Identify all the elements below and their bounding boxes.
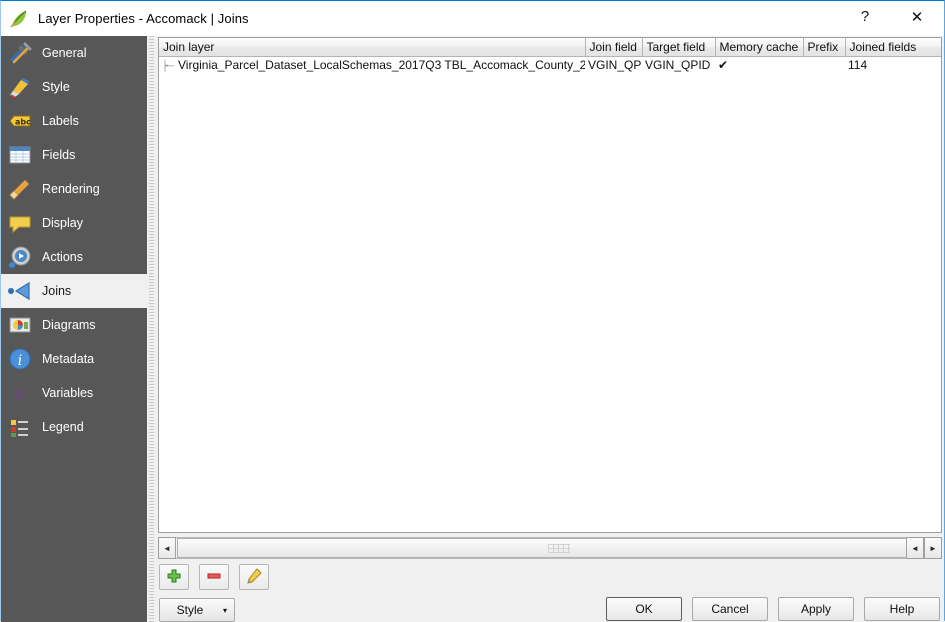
column-header-joined-fields[interactable]: Joined fields bbox=[845, 38, 941, 57]
cell-join-field[interactable]: VGIN_QPID bbox=[585, 57, 642, 74]
sidebar-item-label: Actions bbox=[42, 250, 83, 264]
remove-join-button[interactable] bbox=[199, 564, 229, 590]
apply-button[interactable]: Apply bbox=[778, 597, 854, 621]
sidebar-item-metadata[interactable]: i Metadata bbox=[1, 342, 147, 376]
info-circle-icon: i bbox=[7, 346, 33, 372]
scrollbar-grip-dots bbox=[548, 543, 570, 553]
sidebar-item-label: Fields bbox=[42, 148, 76, 162]
pencil-yellow-icon bbox=[246, 567, 262, 587]
table-grid-icon bbox=[7, 142, 33, 168]
sidebar-item-general[interactable]: General bbox=[1, 36, 147, 70]
table-header-row: Join layer Join field Target field Memor… bbox=[159, 38, 941, 57]
sidebar-item-actions[interactable]: Actions bbox=[1, 240, 147, 274]
sidebar-item-joins[interactable]: Joins bbox=[1, 274, 147, 308]
layer-properties-dialog: Layer Properties - Accomack | Joins ? ✕ … bbox=[0, 0, 945, 622]
sidebar-item-label: Variables bbox=[42, 386, 94, 400]
table-row[interactable]: ┝─ Virginia_Parcel_Dataset_LocalSchemas_2… bbox=[159, 57, 941, 74]
add-join-button[interactable] bbox=[159, 564, 189, 590]
sidebar-item-rendering[interactable]: Rendering bbox=[1, 172, 147, 206]
column-header-memory-cache[interactable]: Memory cache bbox=[715, 38, 804, 57]
sidebar-item-label: Labels bbox=[42, 114, 79, 128]
cell-joined-fields[interactable]: 114 bbox=[845, 57, 941, 74]
joins-table-container: Join layer Join field Target field Memor… bbox=[158, 37, 942, 533]
cell-join-layer-text: Virginia_Parcel_Dataset_LocalSchemas_201… bbox=[178, 58, 585, 73]
scrollbar-step-buttons[interactable]: ◄ ► bbox=[906, 537, 944, 559]
splitter-grip bbox=[149, 36, 154, 622]
column-header-join-field[interactable]: Join field bbox=[585, 38, 643, 57]
titlebar-help-button[interactable]: ? bbox=[842, 1, 888, 32]
joins-toolbar bbox=[159, 564, 269, 590]
sidebar-item-label: Metadata bbox=[42, 352, 95, 366]
scrollbar-track[interactable] bbox=[176, 537, 942, 559]
close-icon[interactable]: ✕ bbox=[894, 1, 940, 32]
cell-target-field[interactable]: VGIN_QPID bbox=[642, 57, 715, 74]
cancel-button[interactable]: Cancel bbox=[692, 597, 768, 621]
hammer-screwdriver-icon bbox=[7, 40, 33, 66]
scrollbar-thumb[interactable] bbox=[177, 538, 941, 558]
sidebar-item-label: Legend bbox=[42, 420, 84, 434]
epsilon-icon: ε bbox=[7, 380, 33, 406]
abc-label-icon: abc bbox=[7, 108, 33, 134]
sidebar-item-label: Style bbox=[42, 80, 70, 94]
svg-text:ε: ε bbox=[15, 384, 24, 405]
svg-text:abc: abc bbox=[15, 118, 31, 127]
gear-play-icon bbox=[7, 244, 33, 270]
joins-panel: Join layer Join field Target field Memor… bbox=[156, 36, 944, 622]
paintbrush-palette-icon bbox=[7, 74, 33, 100]
cell-prefix[interactable] bbox=[803, 57, 845, 74]
scroll-page-right-button[interactable]: ► bbox=[924, 537, 942, 559]
minus-red-icon bbox=[206, 568, 222, 587]
ok-button[interactable]: OK bbox=[606, 597, 682, 621]
joins-table: Join layer Join field Target field Memor… bbox=[159, 38, 941, 74]
plus-green-icon bbox=[166, 568, 182, 587]
edit-join-button[interactable] bbox=[239, 564, 269, 590]
svg-text:i: i bbox=[18, 353, 22, 369]
sidebar-item-variables[interactable]: ε Variables bbox=[1, 376, 147, 410]
column-header-target-field[interactable]: Target field bbox=[642, 38, 716, 57]
sidebar-item-label: Diagrams bbox=[42, 318, 96, 332]
broom-icon bbox=[7, 176, 33, 202]
column-header-join-layer[interactable]: Join layer bbox=[159, 38, 586, 57]
qgis-leaf-icon bbox=[8, 8, 30, 30]
sidebar-item-labels[interactable]: abc Labels bbox=[1, 104, 147, 138]
pie-chart-image-icon bbox=[7, 312, 33, 338]
panel-splitter[interactable] bbox=[147, 36, 156, 622]
sidebar-item-label: Display bbox=[42, 216, 83, 230]
sidebar-item-label: General bbox=[42, 46, 87, 60]
cell-join-layer[interactable]: ┝─ Virginia_Parcel_Dataset_LocalSchemas_2… bbox=[159, 57, 585, 74]
sidebar-item-diagrams[interactable]: Diagrams bbox=[1, 308, 147, 342]
cell-memory-cache[interactable]: ✔ bbox=[715, 57, 803, 74]
sidebar-item-fields[interactable]: Fields bbox=[1, 138, 147, 172]
scroll-left-button[interactable]: ◄ bbox=[158, 537, 176, 559]
sidebar-item-legend[interactable]: Legend bbox=[1, 410, 147, 444]
tree-branch-icon: ┝─ bbox=[162, 60, 174, 72]
legend-list-icon bbox=[7, 414, 33, 440]
style-menu-button[interactable]: Style ▾ bbox=[159, 598, 235, 622]
sidebar-item-display[interactable]: Display bbox=[1, 206, 147, 240]
sidebar-item-style[interactable]: Style bbox=[1, 70, 147, 104]
sidebar-item-label: Rendering bbox=[42, 182, 100, 196]
style-menu-label: Style bbox=[176, 603, 204, 617]
dialog-button-box: OK Cancel Apply Help bbox=[606, 597, 940, 621]
column-header-prefix[interactable]: Prefix bbox=[803, 38, 846, 57]
speech-bubble-icon bbox=[7, 210, 33, 236]
chevron-down-icon: ▾ bbox=[222, 605, 227, 615]
join-arrow-icon bbox=[7, 278, 33, 304]
horizontal-scrollbar[interactable]: ◄ bbox=[158, 537, 942, 559]
title-bar: Layer Properties - Accomack | Joins ? ✕ bbox=[1, 1, 944, 36]
properties-sidebar: General Style abc Labels Fields Renderin… bbox=[1, 36, 147, 622]
window-title: Layer Properties - Accomack | Joins bbox=[38, 11, 249, 26]
sidebar-item-label: Joins bbox=[42, 284, 72, 298]
scroll-page-left-button[interactable]: ◄ bbox=[906, 537, 924, 559]
help-button[interactable]: Help bbox=[864, 597, 940, 621]
